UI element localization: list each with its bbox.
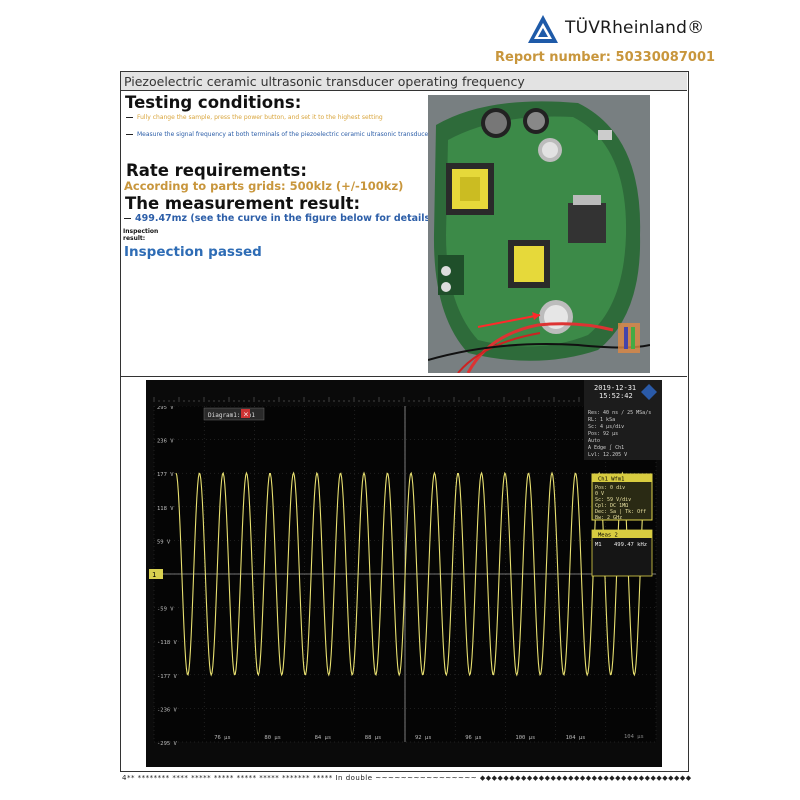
- oscilloscope-screen: 295 V236 V177 V118 V59 V-59 V-118 V-177 …: [146, 380, 662, 767]
- x-tick-label: 88 µs: [365, 735, 382, 741]
- y-tick-label: -295 V: [157, 741, 178, 747]
- y-tick-label: 118 V: [157, 506, 174, 512]
- y-tick-label: 236 V: [157, 439, 174, 445]
- tuv-triangle-logo-icon: [528, 15, 558, 43]
- channel-marker-label: 1: [152, 571, 156, 579]
- x-tick-label: 100 µs: [515, 735, 535, 741]
- corner-time-label: 104 µs: [624, 734, 644, 740]
- page-footer: 4** ******** **** ***** ***** ***** ****…: [122, 774, 692, 782]
- svg-text:×: ×: [243, 411, 249, 419]
- testing-item-1: Fully change the sample, press the power…: [126, 114, 383, 121]
- x-tick-label: 96 µs: [465, 735, 482, 741]
- testing-item-2: Measure the signal frequency at both ter…: [126, 131, 431, 138]
- brand-name: TÜVRheinland®: [565, 18, 705, 38]
- ch1-panel-title: Ch1 Wfm1: [598, 477, 625, 483]
- testing-conditions-heading: Testing conditions:: [125, 93, 302, 112]
- measurement-panel-title: Meas 2: [598, 533, 618, 539]
- pcb-photo: [428, 95, 650, 373]
- measurement-value: 499.47 kHz: [614, 542, 647, 548]
- scope-time: 15:52:42: [599, 392, 633, 400]
- y-tick-label: -177 V: [157, 674, 178, 680]
- panel-line: Auto: [588, 438, 600, 444]
- dash-icon: [126, 133, 133, 136]
- report-number: Report number: 50330087001: [495, 50, 716, 65]
- y-tick-label: -59 V: [157, 607, 174, 613]
- x-tick-label: 104 µs: [566, 735, 586, 741]
- panel-line: A Edge ∫ Ch1: [588, 444, 624, 451]
- inspection-result-label: Inspection result:: [123, 228, 159, 242]
- rate-requirements-heading: Rate requirements:: [126, 161, 307, 180]
- x-tick-label: 84 µs: [315, 735, 332, 741]
- rate-requirements-value: According to parts grids: 500klz (+/-100…: [124, 179, 404, 193]
- y-tick-label: 177 V: [157, 472, 174, 478]
- section-title: Piezoelectric ceramic ultrasonic transdu…: [124, 74, 525, 89]
- x-tick-label: 76 µs: [214, 735, 231, 741]
- measurement-label: M1: [595, 542, 602, 548]
- y-tick-label: -118 V: [157, 640, 178, 646]
- section-divider: [121, 376, 687, 377]
- x-tick-label: 92 µs: [415, 735, 432, 741]
- inspection-result-value: Inspection passed: [124, 244, 262, 260]
- x-tick-label: 80 µs: [264, 735, 281, 741]
- panel-line: Pos: 92 µs: [588, 431, 618, 437]
- scope-date: 2019-12-31: [594, 384, 636, 392]
- panel-line: Res: 40 ns / 25 MSa/s: [588, 410, 651, 416]
- dash-icon: [124, 217, 131, 220]
- panel-line: Lvl: 12.205 V: [588, 452, 627, 458]
- y-tick-label: 59 V: [157, 539, 171, 545]
- panel-line: Bw: 2 GHz: [595, 515, 622, 521]
- y-tick-label: -236 V: [157, 707, 178, 713]
- measurement-result-item: 499.47mz (see the curve in the figure be…: [124, 213, 435, 224]
- measurement-result-heading: The measurement result:: [125, 194, 361, 213]
- dash-icon: [126, 116, 133, 119]
- panel-line: Sc: 4 µs/div: [588, 424, 624, 430]
- panel-line: RL: 1 kSa: [588, 417, 615, 423]
